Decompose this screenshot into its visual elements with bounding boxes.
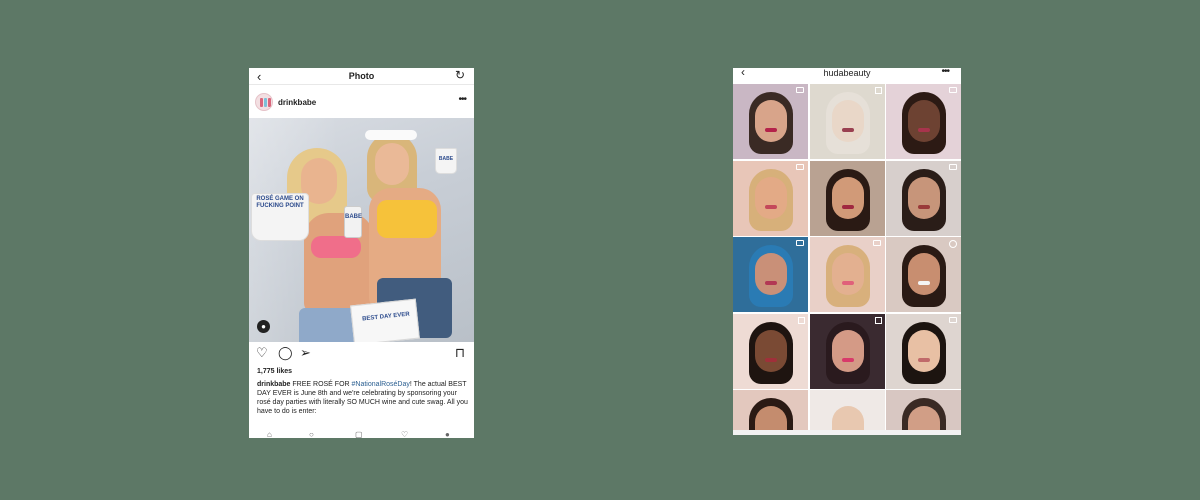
bookmark-icon[interactable]: ⊓ — [455, 346, 465, 360]
thumbnail-face — [831, 253, 864, 295]
avatar[interactable] — [255, 93, 273, 111]
page-title: Photo — [348, 71, 375, 81]
heart-icon[interactable]: ♡ — [401, 430, 408, 438]
thumbnail-lips — [918, 281, 930, 285]
more-icon — [949, 240, 957, 248]
grid-thumbnail[interactable] — [809, 313, 885, 389]
cup-text: ROSÉ GAME ON FUCKING POINT — [256, 196, 304, 209]
bottom-tab-bar: ⌂ ○ ▢ ♡ ● — [249, 430, 474, 438]
avatar-can-shape — [260, 98, 263, 107]
more-options-icon[interactable]: ••• — [458, 94, 466, 105]
grid-thumbnail[interactable] — [809, 237, 885, 312]
carousel-icon — [798, 316, 805, 324]
top-nav-bar: ‹ Photo ↻ — [249, 68, 474, 85]
profile-username: hudabeauty — [823, 68, 871, 78]
bottom-bar — [733, 430, 961, 435]
thumbnail-face — [755, 176, 787, 219]
grid-thumbnail[interactable] — [733, 237, 808, 312]
cup-text: BABE — [438, 156, 454, 162]
share-icon[interactable]: ➢ — [300, 346, 311, 360]
video-icon — [796, 240, 804, 246]
post-caption: drinkbabe FREE ROSÉ FOR #NationalRoséDay… — [257, 380, 469, 416]
comment-icon[interactable]: ◯ — [278, 346, 293, 360]
post-actions: ♡ ◯ ➢ ⊓ — [249, 346, 474, 364]
video-icon — [796, 163, 804, 170]
video-icon — [872, 240, 881, 246]
avatar-can-shape — [268, 98, 271, 107]
post-header: drinkbabe ••• — [249, 90, 474, 116]
grid-thumbnail[interactable] — [733, 313, 808, 389]
thumbnail-face — [908, 329, 940, 372]
caption-username[interactable]: drinkbabe — [257, 381, 290, 388]
likes-count[interactable]: 1,775 likes — [257, 368, 292, 375]
thumbnail-lips — [765, 128, 777, 132]
thumbnail-lips — [918, 357, 930, 362]
can-shape — [344, 206, 362, 238]
yellow-top — [377, 200, 437, 238]
thumbnail-face — [755, 329, 787, 372]
thumbnail-lips — [918, 128, 930, 132]
heart-icon[interactable]: ♡ — [256, 346, 268, 360]
refresh-icon[interactable]: ↻ — [455, 68, 465, 82]
user-tag-icon[interactable]: ● — [257, 320, 270, 333]
bikini-top — [311, 236, 361, 258]
thumbnail-face — [908, 100, 940, 142]
thumbnail-lips — [765, 204, 777, 209]
thumbnail-face — [831, 176, 864, 219]
thumbnail-face — [755, 100, 787, 142]
grid-thumbnail[interactable] — [886, 390, 961, 435]
home-icon[interactable]: ⌂ — [267, 430, 272, 438]
grid-thumbnail[interactable] — [809, 160, 885, 236]
add-icon[interactable]: ▢ — [355, 430, 363, 438]
video-icon — [949, 316, 957, 323]
grid-thumbnail[interactable] — [733, 84, 808, 159]
thumbnail-lips — [841, 281, 854, 285]
thumbnail-lips — [918, 204, 930, 209]
grid-thumbnail[interactable] — [809, 390, 885, 435]
thumbnail-face — [755, 253, 787, 295]
thumbnail-lips — [841, 357, 854, 362]
carousel-icon — [874, 87, 882, 94]
grid-thumbnail[interactable] — [809, 84, 885, 159]
profile-icon[interactable]: ● — [445, 430, 450, 438]
person-face — [375, 143, 409, 185]
hashtag-link[interactable]: #NationalRoséDay — [352, 381, 410, 388]
search-icon[interactable]: ○ — [309, 430, 314, 438]
person-body — [304, 213, 374, 313]
grid-thumbnail[interactable] — [733, 390, 808, 435]
video-icon — [949, 163, 957, 170]
thumbnail-lips — [841, 128, 854, 132]
post-photo[interactable]: ROSÉ GAME ON FUCKING POINT BABE BABE BES… — [249, 118, 474, 342]
post-username[interactable]: drinkbabe — [278, 98, 316, 107]
video-icon — [949, 87, 957, 93]
thumbnail-lips — [841, 204, 854, 209]
thumbnail-face — [908, 253, 940, 295]
more-options-icon[interactable]: ••• — [941, 68, 949, 77]
headband — [365, 130, 417, 140]
video-icon — [796, 87, 804, 93]
carousel-icon — [874, 316, 882, 324]
caption-text: FREE ROSÉ FOR — [290, 381, 352, 388]
thumbnail-face — [831, 329, 864, 372]
can-text: BABE — [345, 214, 363, 220]
grid-thumbnail[interactable] — [886, 313, 961, 389]
photo-grid — [733, 84, 961, 435]
thumbnail-lips — [765, 357, 777, 362]
thumbnail-face — [831, 100, 864, 142]
photo-post-screen: ‹ Photo ↻ drinkbabe ••• ROSÉ GAME ON FUC… — [249, 68, 474, 438]
top-nav-bar: ‹ hudabeauty ••• — [733, 68, 961, 82]
avatar-can-shape — [264, 98, 267, 107]
grid-thumbnail[interactable] — [733, 160, 808, 236]
grid-thumbnail[interactable] — [886, 84, 961, 159]
profile-grid-screen: ‹ hudabeauty ••• — [733, 68, 961, 435]
thumbnail-face — [908, 176, 940, 219]
grid-thumbnail[interactable] — [886, 237, 961, 312]
grid-thumbnail[interactable] — [886, 160, 961, 236]
thumbnail-lips — [765, 281, 777, 285]
